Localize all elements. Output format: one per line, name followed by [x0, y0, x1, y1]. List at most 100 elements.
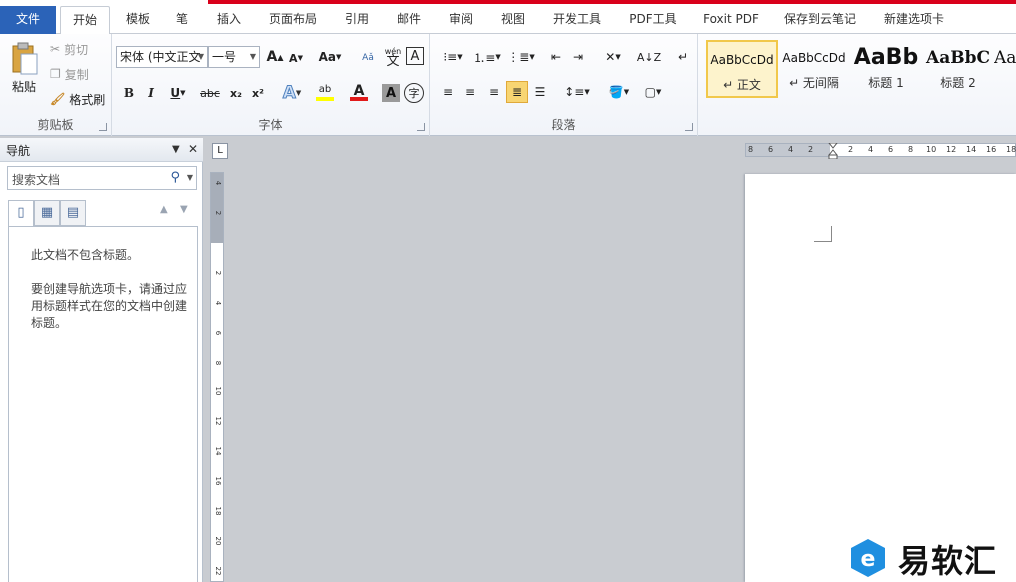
line-spacing-icon: ↕≡ [564, 85, 585, 99]
shading-button[interactable]: 🪣 ▼ [604, 82, 634, 102]
style-title[interactable]: Aa [994, 40, 1016, 98]
bullets-button[interactable]: ⁝≡ ▼ [438, 48, 468, 66]
character-border-button[interactable]: A [406, 47, 424, 65]
character-shading-button[interactable]: A [382, 84, 400, 102]
tab-new-tab[interactable]: 新建选项卡 [878, 8, 950, 34]
align-center-button[interactable]: ≡ [460, 82, 480, 102]
clear-format-button[interactable]: Aǎ [358, 48, 378, 68]
tab-mailings[interactable]: 邮件 [392, 8, 426, 34]
tab-insert[interactable]: 插入 [212, 8, 246, 34]
tab-headings-icon[interactable]: ▯ [8, 200, 34, 227]
search-icon[interactable]: ⚲ [170, 170, 180, 185]
tab-selector[interactable]: L [212, 143, 228, 159]
justify-button[interactable]: ≣ [506, 81, 528, 103]
search-document-input[interactable]: 搜索文档 ⚲ ▼ [7, 166, 197, 190]
close-icon[interactable]: ✕ [188, 142, 198, 156]
paint-bucket-icon: 🪣 [608, 85, 624, 99]
font-name-select[interactable]: 宋体 (中文正文 ▼ [116, 46, 208, 68]
tab-references[interactable]: 引用 [340, 8, 374, 34]
chevron-down-icon[interactable]: ▼ [187, 173, 193, 182]
font-size-value: 一号 [212, 50, 237, 64]
decrease-indent-button[interactable]: ⇤ [546, 48, 566, 66]
paragraph-mark-icon: ↵ [677, 50, 689, 64]
italic-button[interactable]: I [142, 84, 160, 102]
font-launcher-icon[interactable] [417, 123, 425, 131]
tab-review[interactable]: 审阅 [444, 8, 478, 34]
tab-file[interactable]: 文件 [0, 6, 56, 34]
distributed-button[interactable]: ☰ [530, 82, 550, 102]
indent-marker-icon[interactable] [828, 143, 838, 159]
multilevel-list-button[interactable]: ⋮≣ ▼ [506, 48, 536, 66]
superscript-button[interactable]: x² [248, 84, 268, 102]
clipboard-group: 粘贴 ✂ 剪切 ❐ 复制 🖌 格式刷 剪贴板 [0, 34, 112, 136]
tab-foxit-pdf[interactable]: Foxit PDF [700, 8, 762, 34]
align-right-icon: ≡ [488, 85, 500, 99]
pane-options-icon[interactable]: ▼ [172, 144, 180, 155]
align-left-button[interactable]: ≡ [438, 82, 458, 102]
tab-save-cloud[interactable]: 保存到云笔记 [780, 8, 860, 34]
paste-button[interactable]: 粘贴 [6, 38, 42, 98]
style-normal[interactable]: AaBbCcDd ↵ 正文 [706, 40, 778, 98]
text-effects-button[interactable]: A ▼ [278, 82, 306, 104]
decrease-indent-icon: ⇤ [550, 50, 562, 64]
chinese-layout-button[interactable]: ✕ ▼ [598, 48, 628, 66]
tab-pen[interactable]: 笔 [170, 8, 194, 34]
tab-pdf-tools[interactable]: PDF工具 [624, 8, 682, 34]
enclose-characters-button[interactable]: 字 [404, 83, 424, 103]
style-name: ↵ 无间隔 [789, 76, 839, 90]
style-heading-2[interactable]: AaBbC 标题 2 [922, 40, 994, 98]
numbering-button[interactable]: ⒈≡ ▼ [472, 48, 502, 66]
format-painter-button[interactable]: 🖌 格式刷 [50, 90, 105, 108]
bullet-list-icon: ⁝≡ [443, 50, 458, 64]
tab-home[interactable]: 开始 [60, 6, 110, 35]
change-case-button[interactable]: Aa ▼ [316, 48, 344, 66]
strikethrough-button[interactable]: abc [198, 84, 222, 102]
clipboard-launcher-icon[interactable] [99, 123, 107, 131]
enclose-characters-icon: 字 [408, 87, 420, 100]
show-marks-button[interactable]: ↵ [674, 48, 692, 66]
sort-button[interactable]: A↓Z [637, 48, 661, 66]
cut-button[interactable]: ✂ 剪切 [50, 40, 88, 58]
style-heading-1[interactable]: AaBb 标题 1 [850, 40, 922, 98]
increase-indent-button[interactable]: ⇥ [568, 48, 588, 66]
tab-template[interactable]: 模板 [122, 8, 154, 34]
borders-button[interactable]: ▢ ▼ [638, 82, 668, 102]
clear-format-icon: Aǎ [362, 53, 374, 63]
font-color-button[interactable]: A [344, 82, 374, 104]
ruler-tick-label: 8 [748, 145, 754, 154]
subscript-button[interactable]: x₂ [226, 84, 246, 102]
next-icon[interactable]: ▼ [180, 204, 188, 215]
document-page[interactable] [745, 174, 1016, 582]
underline-button[interactable]: U ▼ [166, 84, 190, 102]
navigation-header: 导航 ▼ ✕ [0, 138, 203, 162]
navigation-pane: 导航 ▼ ✕ 搜索文档 ⚲ ▼ ▯ ▦ ▤ ▲ ▼ 此文档不包含标题。 要创建导… [0, 138, 203, 582]
shrink-font-icon: A [289, 51, 298, 65]
shrink-font-button[interactable]: A ▼ [288, 50, 304, 66]
phonetic-guide-button[interactable]: wén 文 [382, 46, 404, 68]
ruler-tick-label: 4 [868, 145, 874, 154]
line-spacing-button[interactable]: ↕≡ ▼ [562, 82, 592, 102]
copy-button[interactable]: ❐ 复制 [50, 65, 89, 83]
subscript-icon: x₂ [230, 86, 242, 100]
highlight-button[interactable]: ab [310, 82, 340, 104]
align-right-button[interactable]: ≡ [484, 82, 504, 102]
tab-page-layout[interactable]: 页面布局 [264, 8, 322, 34]
ruler-tick-label: 18 [214, 506, 222, 516]
margin-corner-mark [814, 226, 832, 242]
tab-results-icon[interactable]: ▤ [60, 200, 86, 226]
watermark-logo-icon: e [851, 539, 885, 577]
bold-button[interactable]: B [120, 84, 138, 102]
previous-icon[interactable]: ▲ [160, 204, 168, 215]
watermark: e 易软汇 [848, 534, 1016, 580]
grow-font-button[interactable]: A ▲ [266, 48, 284, 66]
tab-developer[interactable]: 开发工具 [548, 8, 606, 34]
tab-view[interactable]: 视图 [496, 8, 530, 34]
svg-text:e: e [861, 547, 876, 572]
font-size-select[interactable]: 一号 ▼ [208, 46, 260, 68]
tab-pages-icon[interactable]: ▦ [34, 200, 60, 226]
phonetic-base-label: 文 [386, 54, 400, 69]
multilevel-list-icon: ⋮≣ [507, 50, 530, 64]
paragraph-launcher-icon[interactable] [685, 123, 693, 131]
style-no-spacing[interactable]: AaBbCcDd ↵ 无间隔 [778, 40, 850, 98]
style-sample: AaBbCcDd [710, 53, 774, 67]
